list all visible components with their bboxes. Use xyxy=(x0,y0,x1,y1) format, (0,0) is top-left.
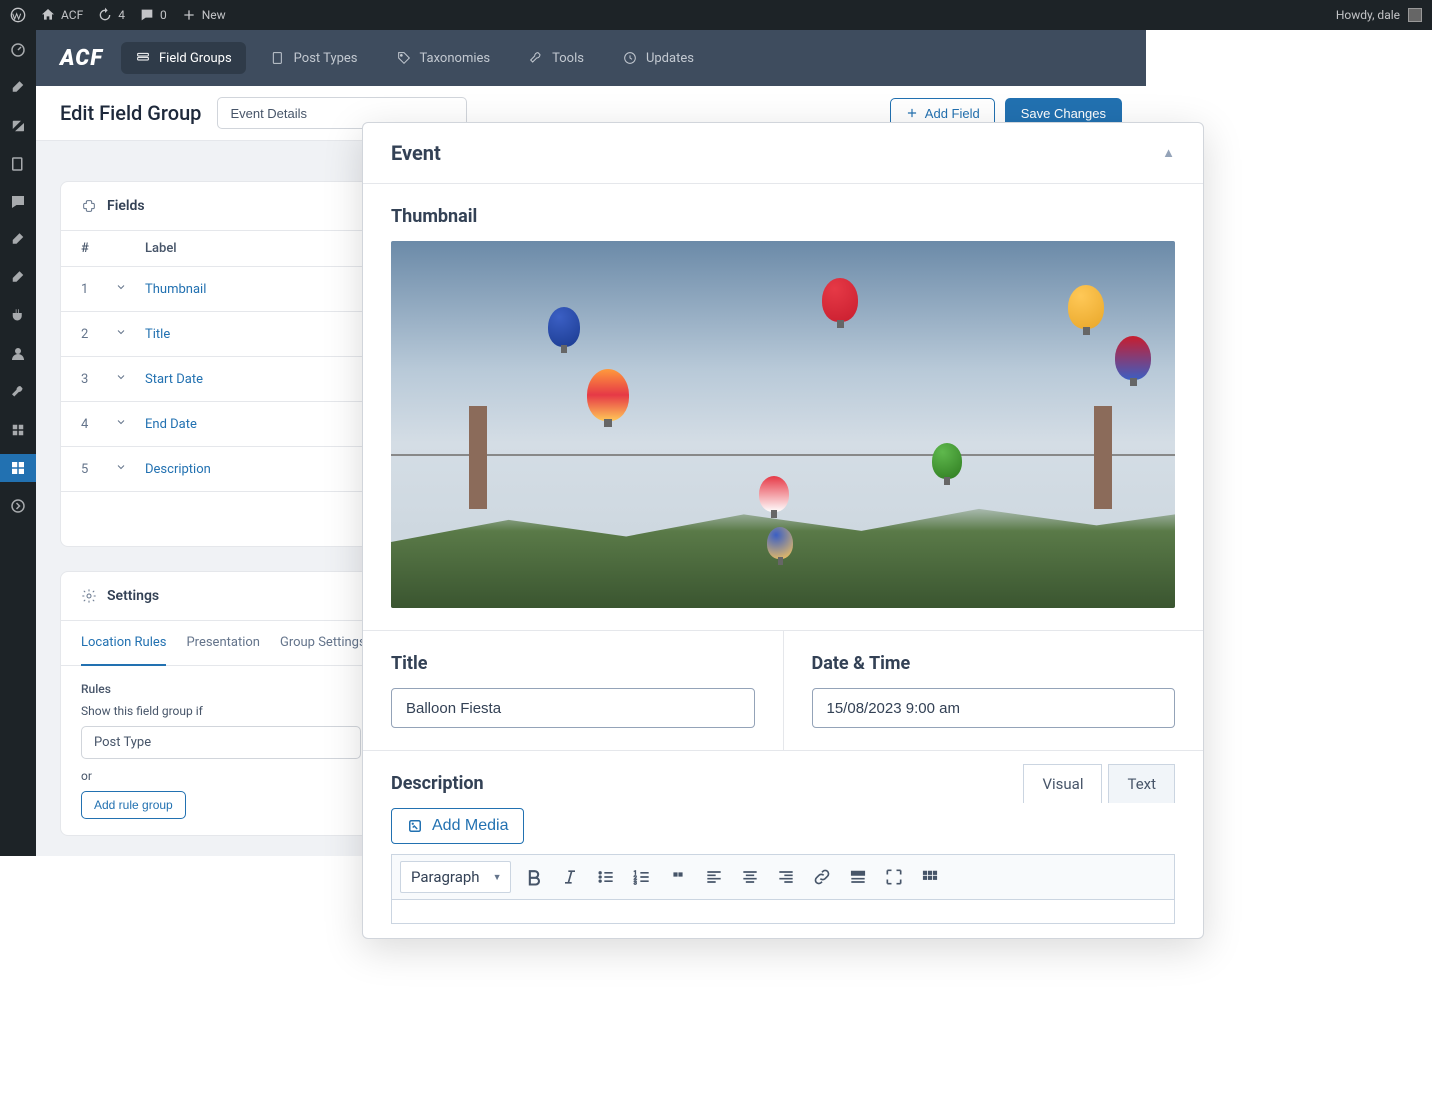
adminbar-new[interactable]: New xyxy=(181,7,226,23)
align-left-icon[interactable] xyxy=(701,864,727,890)
title-label: Title xyxy=(391,653,755,674)
sidebar-posts-icon[interactable] xyxy=(0,74,36,102)
editor-content[interactable] xyxy=(391,900,1175,924)
sidebar-pages-icon[interactable] xyxy=(0,150,36,178)
nav-updates[interactable]: Updates xyxy=(608,42,708,74)
acf-nav: ACF Field Groups Post Types Taxonomies T… xyxy=(36,30,1146,86)
align-right-icon[interactable] xyxy=(773,864,799,890)
numbered-list-icon[interactable]: 123 xyxy=(629,864,655,890)
adminbar-site[interactable]: ACF xyxy=(40,7,83,23)
avatar[interactable] xyxy=(1408,8,1422,22)
page-title: Edit Field Group xyxy=(60,101,201,125)
tab-location-rules[interactable]: Location Rules xyxy=(81,621,166,666)
nav-field-groups[interactable]: Field Groups xyxy=(121,42,246,74)
chevron-down-icon xyxy=(115,461,127,473)
thumbnail-image[interactable] xyxy=(391,241,1175,608)
paragraph-select[interactable]: Paragraph xyxy=(400,861,511,893)
adminbar-updates[interactable]: 4 xyxy=(97,7,125,23)
sidebar-users-icon[interactable] xyxy=(0,340,36,368)
bold-icon[interactable] xyxy=(521,864,547,890)
adminbar-comments[interactable]: 0 xyxy=(139,7,167,23)
editor-tab-visual[interactable]: Visual xyxy=(1023,764,1102,803)
link-icon[interactable] xyxy=(809,864,835,890)
datetime-input[interactable] xyxy=(812,688,1176,728)
sidebar-media-icon[interactable] xyxy=(0,112,36,140)
sidebar-settings-icon[interactable] xyxy=(0,416,36,444)
datetime-label: Date & Time xyxy=(812,653,1176,674)
wp-admin-bar: ACF 4 0 New Howdy, dale xyxy=(0,0,1432,30)
tab-group-settings[interactable]: Group Settings xyxy=(280,621,366,665)
sidebar-dashboard-icon[interactable] xyxy=(0,36,36,64)
toolbar-toggle-icon[interactable] xyxy=(917,864,943,890)
sidebar-pin-icon[interactable] xyxy=(0,226,36,254)
chevron-down-icon xyxy=(115,416,127,428)
puzzle-icon xyxy=(81,198,97,214)
svg-text:3: 3 xyxy=(633,881,636,887)
adminbar-greeting[interactable]: Howdy, dale xyxy=(1336,8,1400,22)
nav-taxonomies[interactable]: Taxonomies xyxy=(382,42,505,74)
event-metabox-title: Event xyxy=(391,141,441,165)
editor-tab-text[interactable]: Text xyxy=(1108,764,1175,803)
event-metabox: Event ▲ Thumbnail Title Date & Time Desc… xyxy=(362,122,1204,939)
chevron-down-icon xyxy=(115,371,127,383)
tab-presentation[interactable]: Presentation xyxy=(186,621,260,665)
sidebar-collapse-icon[interactable] xyxy=(0,492,36,520)
sidebar-pin2-icon[interactable] xyxy=(0,264,36,292)
wp-logo-icon[interactable] xyxy=(10,7,26,23)
title-input[interactable] xyxy=(391,688,755,728)
blockquote-icon[interactable] xyxy=(665,864,691,890)
bullet-list-icon[interactable] xyxy=(593,864,619,890)
nav-tools[interactable]: Tools xyxy=(514,42,598,74)
align-center-icon[interactable] xyxy=(737,864,763,890)
wp-admin-sidebar xyxy=(0,30,36,856)
thumbnail-label: Thumbnail xyxy=(391,206,1175,227)
add-rule-group-button[interactable]: Add rule group xyxy=(81,791,186,819)
sidebar-plugins-icon[interactable] xyxy=(0,302,36,330)
insert-more-icon[interactable] xyxy=(845,864,871,890)
rule-select[interactable]: Post Type xyxy=(81,726,361,759)
sidebar-comments-icon[interactable] xyxy=(0,188,36,216)
sidebar-acf-icon[interactable] xyxy=(0,454,36,482)
collapse-toggle[interactable]: ▲ xyxy=(1162,145,1175,161)
chevron-down-icon xyxy=(115,326,127,338)
gear-icon xyxy=(81,588,97,604)
editor-toolbar: Paragraph 123 xyxy=(391,854,1175,900)
sidebar-tools-icon[interactable] xyxy=(0,378,36,406)
chevron-down-icon xyxy=(115,281,127,293)
add-media-button[interactable]: Add Media xyxy=(391,808,524,844)
acf-logo: ACF xyxy=(60,46,103,71)
fullscreen-icon[interactable] xyxy=(881,864,907,890)
italic-icon[interactable] xyxy=(557,864,583,890)
nav-post-types[interactable]: Post Types xyxy=(256,42,372,74)
